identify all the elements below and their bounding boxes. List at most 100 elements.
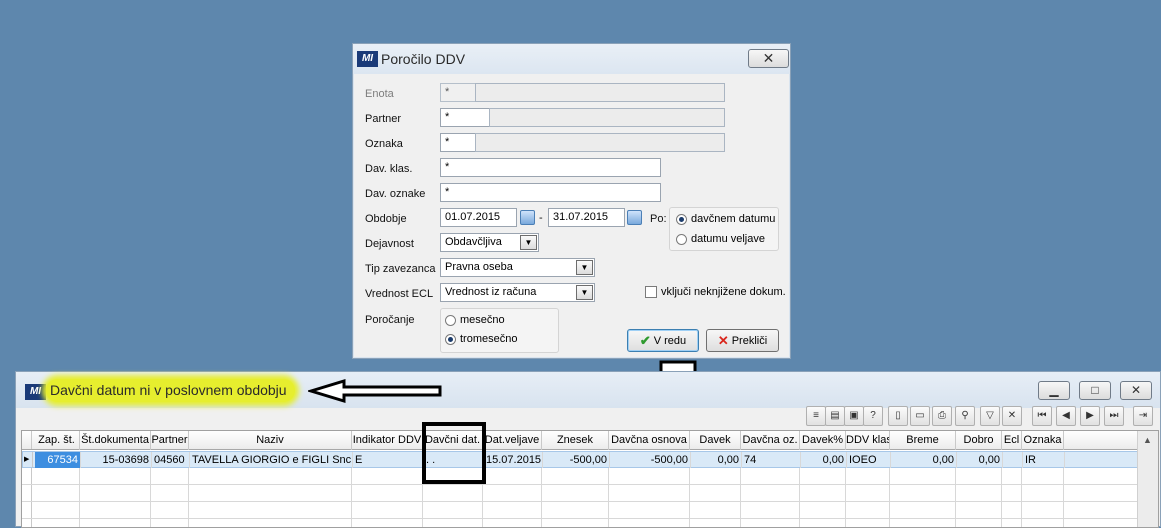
ok-button[interactable]: ✔ V redu bbox=[627, 329, 699, 352]
maximize-button[interactable]: □ bbox=[1079, 381, 1111, 400]
table-cell[interactable] bbox=[189, 502, 352, 518]
previous-record-icon[interactable]: ◀ bbox=[1056, 406, 1076, 426]
list-view-icon[interactable]: ≡ bbox=[806, 406, 826, 426]
table-cell[interactable] bbox=[890, 468, 956, 484]
column-header[interactable]: Partner bbox=[151, 431, 189, 450]
table-cell[interactable] bbox=[423, 485, 483, 501]
table-cell[interactable] bbox=[741, 502, 800, 518]
table-cell[interactable] bbox=[1022, 485, 1064, 501]
table-cell[interactable] bbox=[34, 468, 80, 484]
table-cell[interactable] bbox=[800, 485, 846, 501]
table-cell[interactable] bbox=[151, 502, 189, 518]
vkljuci-neknjizene-checkbox[interactable]: vključi neknjižene dokum. bbox=[645, 286, 786, 298]
chevron-down-icon[interactable]: ▼ bbox=[576, 260, 593, 275]
table-cell[interactable] bbox=[34, 485, 80, 501]
table-cell[interactable] bbox=[1002, 502, 1022, 518]
print-icon[interactable]: ⎙ bbox=[932, 406, 952, 426]
table-cell[interactable]: TAVELLA GIORGIO e FIGLI Snc bbox=[190, 452, 353, 468]
table-cell[interactable] bbox=[741, 468, 800, 484]
table-cell[interactable] bbox=[956, 468, 1002, 484]
table-cell[interactable] bbox=[609, 468, 690, 484]
calendar-from-icon[interactable] bbox=[520, 210, 535, 225]
table-cell[interactable] bbox=[151, 485, 189, 501]
table-cell[interactable]: 15.07.2015 bbox=[484, 452, 543, 468]
table-cell[interactable] bbox=[1002, 468, 1022, 484]
column-header[interactable]: Zap. št. bbox=[34, 431, 80, 450]
form-view-icon[interactable]: ▤ bbox=[825, 406, 845, 426]
table-cell[interactable] bbox=[483, 468, 542, 484]
oznaka-input[interactable]: * bbox=[440, 133, 476, 152]
table-cell[interactable]: -500,00 bbox=[610, 452, 691, 468]
help-icon[interactable]: ? bbox=[863, 406, 883, 426]
table-cell[interactable]: 0,00 bbox=[691, 452, 742, 468]
column-header[interactable]: Oznaka bbox=[1022, 431, 1064, 450]
column-header[interactable]: Znesek bbox=[542, 431, 609, 450]
table-cell[interactable] bbox=[483, 485, 542, 501]
search-icon[interactable]: ⚲ bbox=[955, 406, 975, 426]
table-cell[interactable] bbox=[609, 502, 690, 518]
obdobje-from-input[interactable]: 01.07.2015 bbox=[440, 208, 517, 227]
table-cell[interactable]: 67534 bbox=[35, 452, 81, 468]
exit-icon[interactable]: ⇥ bbox=[1133, 406, 1153, 426]
table-cell[interactable]: 15-03698 bbox=[81, 452, 152, 468]
table-cell[interactable] bbox=[846, 468, 890, 484]
last-record-icon[interactable]: ⏭ bbox=[1104, 406, 1124, 426]
table-cell[interactable] bbox=[542, 468, 609, 484]
table-cell[interactable]: 0,00 bbox=[957, 452, 1003, 468]
chevron-down-icon[interactable]: ▼ bbox=[576, 285, 593, 300]
table-cell[interactable]: 0,00 bbox=[891, 452, 957, 468]
tip-zavezanca-select[interactable]: Pravna oseba ▼ bbox=[440, 258, 595, 277]
clear-filter-icon[interactable]: ✕ bbox=[1002, 406, 1022, 426]
column-header[interactable]: DDV klas bbox=[846, 431, 890, 450]
table-cell[interactable] bbox=[423, 502, 483, 518]
table-row[interactable] bbox=[22, 485, 1138, 502]
column-header[interactable]: Dat.veljave bbox=[483, 431, 542, 450]
cancel-button[interactable]: ✕ Prekliči bbox=[706, 329, 779, 352]
table-cell[interactable] bbox=[80, 502, 151, 518]
table-cell[interactable] bbox=[352, 502, 423, 518]
table-cell[interactable] bbox=[352, 468, 423, 484]
export-icon[interactable]: ▣ bbox=[844, 406, 864, 426]
table-cell[interactable] bbox=[189, 485, 352, 501]
column-header[interactable]: Davčna oz. bbox=[741, 431, 800, 450]
table-cell[interactable] bbox=[1002, 485, 1022, 501]
table-cell[interactable] bbox=[151, 468, 189, 484]
table-cell[interactable] bbox=[80, 485, 151, 501]
column-header[interactable]: Davčna osnova bbox=[609, 431, 690, 450]
scroll-up-icon[interactable]: ▲ bbox=[1143, 435, 1152, 445]
obdobje-to-input[interactable]: 31.07.2015 bbox=[548, 208, 625, 227]
table-cell[interactable] bbox=[846, 502, 890, 518]
table-row[interactable] bbox=[22, 502, 1138, 519]
table-cell[interactable] bbox=[609, 485, 690, 501]
table-cell[interactable] bbox=[800, 502, 846, 518]
table-cell[interactable] bbox=[690, 502, 741, 518]
table-cell[interactable]: IR bbox=[1023, 452, 1065, 468]
po-davcni-datum-radio[interactable]: davčnem datumu bbox=[676, 213, 775, 225]
po-datum-veljave-radio[interactable]: datumu veljave bbox=[676, 233, 765, 245]
table-cell[interactable] bbox=[956, 485, 1002, 501]
filter-icon[interactable]: ▽ bbox=[980, 406, 1000, 426]
chevron-down-icon[interactable]: ▼ bbox=[520, 235, 537, 250]
table-cell[interactable] bbox=[690, 468, 741, 484]
column-header[interactable]: Ecl bbox=[1002, 431, 1022, 450]
table-cell[interactable] bbox=[890, 485, 956, 501]
minimize-button[interactable]: ▁ bbox=[1038, 381, 1070, 400]
column-header[interactable]: Naziv bbox=[189, 431, 352, 450]
new-document-icon[interactable]: ▯ bbox=[888, 406, 908, 426]
table-cell[interactable] bbox=[1003, 452, 1023, 468]
column-header[interactable]: Dobro bbox=[956, 431, 1002, 450]
close-button[interactable]: ✕ bbox=[1120, 381, 1152, 400]
table-cell[interactable] bbox=[352, 485, 423, 501]
next-record-icon[interactable]: ▶ bbox=[1080, 406, 1100, 426]
table-cell[interactable] bbox=[1022, 502, 1064, 518]
dejavnost-select[interactable]: Obdavčljiva ▼ bbox=[440, 233, 539, 252]
table-cell[interactable] bbox=[846, 485, 890, 501]
table-cell[interactable] bbox=[189, 468, 352, 484]
table-cell[interactable] bbox=[80, 468, 151, 484]
table-cell[interactable] bbox=[34, 502, 80, 518]
table-cell[interactable]: IOEO bbox=[847, 452, 891, 468]
column-header[interactable]: Breme bbox=[890, 431, 956, 450]
table-cell[interactable]: 04560 bbox=[152, 452, 190, 468]
partner-input[interactable]: * bbox=[440, 108, 490, 127]
table-cell[interactable] bbox=[890, 502, 956, 518]
